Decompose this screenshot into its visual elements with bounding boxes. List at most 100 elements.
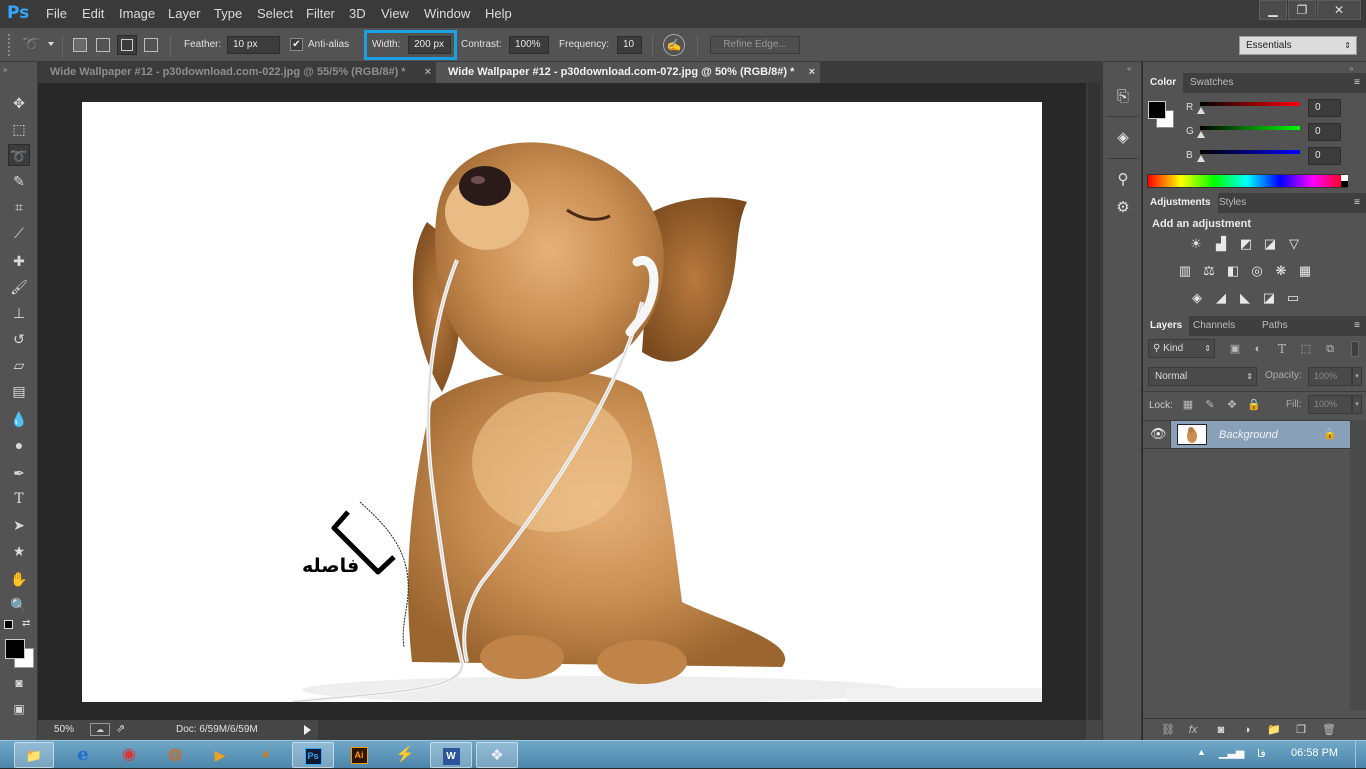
fill-dropdown-icon[interactable]: ▾	[1352, 395, 1362, 414]
filter-toggle-switch[interactable]	[1351, 341, 1359, 357]
selective-color-icon[interactable]: ◪	[1260, 289, 1278, 307]
threshold-icon[interactable]: ◣	[1236, 289, 1254, 307]
workspace-dropdown[interactable]: Essentials ⇕	[1239, 36, 1357, 55]
zoom-level[interactable]: 50%	[54, 724, 74, 735]
zoom-tool-icon[interactable]: 🔍	[8, 594, 30, 616]
menu-type[interactable]: Type	[214, 6, 242, 21]
filter-type-icon[interactable]: T	[1273, 340, 1291, 358]
color-balance-icon[interactable]: ⚖	[1200, 262, 1218, 280]
tool-preset-icon[interactable]: ➰	[22, 35, 44, 55]
lock-all-icon[interactable]: 🔒	[1245, 396, 1263, 414]
red-value-input[interactable]: 0	[1308, 99, 1341, 117]
feather-input[interactable]: 10 px	[227, 36, 280, 54]
layer-name[interactable]: Background	[1219, 429, 1278, 441]
default-colors-icon[interactable]	[4, 620, 13, 629]
antialias-checkbox[interactable]: ✔	[290, 38, 303, 51]
green-slider[interactable]	[1200, 126, 1300, 130]
collapse-strip-icon[interactable]: «	[1127, 64, 1131, 73]
photo-filter-icon[interactable]: ◎	[1248, 262, 1266, 280]
black-white-icon[interactable]: ◧	[1224, 262, 1242, 280]
layers-scrollbar[interactable]	[1350, 420, 1366, 710]
eraser-tool-icon[interactable]: ▱	[8, 354, 30, 376]
move-tool-icon[interactable]: ✥	[8, 92, 30, 114]
restore-button[interactable]: ❐	[1288, 0, 1316, 20]
tablet-pressure-icon[interactable]: ✍	[663, 34, 685, 56]
intersect-selection-icon[interactable]	[144, 38, 158, 52]
green-value-input[interactable]: 0	[1308, 123, 1341, 141]
screen-mode-icon[interactable]: ▣	[8, 698, 30, 720]
color-fg-swatch[interactable]	[1148, 101, 1166, 119]
status-menu-arrow-icon[interactable]	[304, 725, 311, 735]
new-adjustment-layer-icon[interactable]: ◑	[1238, 721, 1256, 739]
gradient-map-icon[interactable]: ▭	[1284, 289, 1302, 307]
panels-collapse-icon[interactable]: »	[1349, 64, 1353, 73]
blur-tool-icon[interactable]: 💧	[8, 408, 30, 430]
invert-icon[interactable]: ◈	[1188, 289, 1206, 307]
dodge-tool-icon[interactable]: ●	[8, 434, 30, 456]
horizontal-scrollbar[interactable]	[318, 720, 1086, 740]
menu-help[interactable]: Help	[485, 6, 512, 21]
gradient-map-triangle-icon[interactable]: ▽	[1285, 235, 1303, 253]
posterize-icon[interactable]: ◢	[1212, 289, 1230, 307]
panel-menu-icon[interactable]: ≡	[1354, 77, 1360, 88]
quick-mask-icon[interactable]: ◙	[8, 672, 30, 694]
eye-icon[interactable]: 👁	[1150, 426, 1167, 442]
new-layer-icon[interactable]: ❐	[1292, 721, 1310, 739]
tab-adjustments[interactable]: Adjustments	[1143, 193, 1218, 213]
channel-mixer-icon[interactable]: ❋	[1272, 262, 1290, 280]
clone-stamp-tool-icon[interactable]: ⊥	[8, 302, 30, 324]
pen-tool-icon[interactable]: ✒	[8, 462, 30, 484]
opacity-input[interactable]: 100%	[1308, 367, 1352, 386]
tab-color[interactable]: Color	[1143, 73, 1184, 93]
tab-paths[interactable]: Paths	[1255, 316, 1295, 336]
network-signal-icon[interactable]: ▁▃▅	[1219, 746, 1244, 759]
blue-slider[interactable]	[1200, 150, 1300, 154]
history-brush-tool-icon[interactable]: ↺	[8, 328, 30, 350]
lock-position-icon[interactable]: ✥	[1223, 396, 1241, 414]
blender-taskbar-icon[interactable]: ◐	[246, 742, 288, 768]
magnetic-lasso-tool-icon[interactable]: ➰	[8, 144, 30, 166]
brush-presets-icon[interactable]: ⚲	[1113, 170, 1133, 190]
add-mask-icon[interactable]: ◙	[1212, 721, 1230, 739]
red-slider[interactable]	[1200, 102, 1300, 106]
menu-image[interactable]: Image	[119, 6, 155, 21]
hand-tool-icon[interactable]: ✋	[8, 568, 30, 590]
close-button[interactable]: ✕	[1317, 0, 1361, 20]
delete-layer-icon[interactable]: 🗑	[1320, 721, 1338, 739]
foreground-color-swatch[interactable]	[5, 639, 25, 659]
ie-taskbar-icon[interactable]: e	[62, 742, 104, 768]
spectrum-black-swatch[interactable]	[1341, 181, 1348, 187]
fill-input[interactable]: 100%	[1308, 395, 1352, 414]
document-canvas[interactable]: فاصله	[82, 102, 1042, 702]
status-share-icon[interactable]: ⇗	[116, 722, 125, 735]
chrome-taskbar-icon[interactable]: ◉	[108, 742, 150, 768]
opacity-dropdown-icon[interactable]: ▾	[1352, 367, 1362, 386]
kmplayer-taskbar-icon[interactable]: ⚡	[384, 742, 426, 768]
healing-brush-tool-icon[interactable]: ✚	[8, 250, 30, 272]
panel-menu-icon[interactable]: ≡	[1354, 197, 1360, 208]
toolbox-collapse-icon[interactable]: »	[3, 65, 7, 74]
tab-swatches[interactable]: Swatches	[1183, 73, 1240, 93]
levels-icon[interactable]: ▟	[1212, 235, 1230, 253]
show-hidden-icons-icon[interactable]: ▲	[1197, 747, 1206, 757]
language-indicator[interactable]: فا	[1257, 747, 1266, 760]
tab-styles[interactable]: Styles	[1212, 193, 1253, 213]
brush-tool-icon[interactable]: 🖌	[8, 276, 30, 298]
app-taskbar-icon[interactable]: ❖	[476, 742, 518, 768]
brightness-icon[interactable]: ☀	[1187, 235, 1205, 253]
color-spectrum-bar[interactable]	[1147, 174, 1347, 188]
explorer-taskbar-icon[interactable]: 📁	[14, 742, 54, 768]
tab-channels[interactable]: Channels	[1186, 316, 1242, 336]
new-selection-icon[interactable]	[73, 38, 87, 52]
3d-panel-icon[interactable]: ◈	[1113, 128, 1133, 148]
refine-edge-button[interactable]: Refine Edge...	[710, 36, 800, 54]
marquee-tool-icon[interactable]: ⬚	[8, 118, 30, 140]
gradient-tool-icon[interactable]: ▤	[8, 380, 30, 402]
eyedropper-tool-icon[interactable]: ⟋	[8, 222, 30, 244]
vertical-scrollbar[interactable]	[1086, 83, 1102, 720]
word-taskbar-button[interactable]: W	[430, 742, 472, 768]
illustrator-taskbar-button[interactable]: Ai	[338, 742, 380, 768]
crop-tool-icon[interactable]: ⌗	[8, 196, 30, 218]
blue-value-input[interactable]: 0	[1308, 147, 1341, 165]
color-lookup-icon[interactable]: ▦	[1296, 262, 1314, 280]
